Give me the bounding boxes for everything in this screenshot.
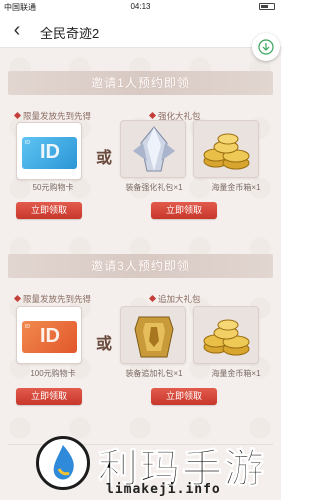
item-caption: 装备强化礼包×1 [125, 183, 183, 192]
limited-label: 限量发放先到先得 [13, 110, 91, 122]
section-banner-text: 邀请3人预约即领 [91, 259, 190, 273]
section-banner: 邀请1人预约即领 [8, 71, 273, 95]
shopping-card-50-tile[interactable]: ID ID [16, 122, 82, 180]
item-caption: 100元购物卡 [30, 369, 76, 378]
diamond-icon [148, 111, 157, 120]
claim-button[interactable]: 立即领取 [16, 202, 82, 219]
gold-coins-icon [203, 319, 250, 356]
section-banner: 邀请3人预约即领 [8, 254, 273, 278]
golden-armor-icon [134, 316, 174, 358]
item-caption: 海量金币箱×1 [211, 369, 261, 378]
page-title: 全民奇迹2 [40, 26, 100, 41]
battery-icon [257, 2, 275, 11]
gold-coins-icon [203, 133, 250, 170]
item-caption: 海量金币箱×1 [211, 183, 261, 192]
status-bar: 中国联通 04:13 [0, 0, 281, 14]
clock: 04:13 [130, 2, 151, 11]
gold-box-tile-1[interactable] [193, 120, 259, 178]
blue-id-card-icon: ID ID [22, 137, 77, 169]
pack-label: 追加大礼包 [148, 293, 201, 305]
silver-crystal-icon [133, 126, 175, 172]
item-caption: 50元购物卡 [32, 183, 74, 192]
back-arrow-icon[interactable]: ‹ [6, 19, 28, 43]
watermark-logo-icon [36, 436, 90, 490]
watermark: 利玛手游 limakeji.info [36, 434, 266, 500]
item-caption: 装备追加礼包×1 [125, 369, 183, 378]
watermark-url: limakeji.info [106, 482, 221, 497]
orange-id-card-icon: ID ID [22, 321, 77, 353]
invite-1-section: 邀请1人预约即领 [0, 71, 281, 95]
nav-bar: ‹ 全民奇迹2 [0, 14, 281, 48]
diamond-icon [13, 111, 22, 120]
invite-3-section: 邀请3人预约即领 [0, 254, 281, 278]
or-text: 或 [96, 336, 113, 353]
append-pack-tile[interactable] [120, 306, 186, 364]
diamond-icon [13, 294, 22, 303]
limited-label: 限量发放先到先得 [13, 293, 91, 305]
claim-button[interactable]: 立即领取 [151, 202, 217, 219]
download-icon [258, 39, 274, 55]
diamond-icon [148, 294, 157, 303]
enhance-pack-tile[interactable] [120, 120, 186, 178]
or-text: 或 [96, 150, 113, 167]
claim-button[interactable]: 立即领取 [16, 388, 82, 405]
gold-box-tile-2[interactable] [193, 306, 259, 364]
claim-button[interactable]: 立即领取 [151, 388, 217, 405]
promo-content[interactable]: 邀请1人预约即领 限量发放先到先得 强化大礼包 ID ID 或 50元购物卡 装备 [0, 48, 281, 500]
shopping-card-100-tile[interactable]: ID ID [16, 306, 82, 364]
download-fab[interactable] [252, 33, 280, 61]
section-banner-text: 邀请1人预约即领 [91, 76, 190, 90]
